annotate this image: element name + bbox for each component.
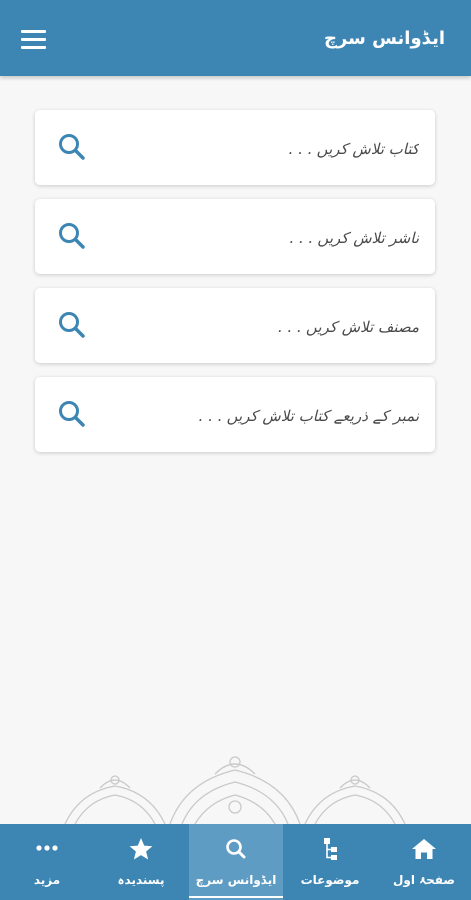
publisher-search-card — [35, 199, 435, 276]
search-field-list — [35, 110, 435, 466]
active-tab-indicator — [189, 896, 283, 898]
author-search-input[interactable] — [115, 288, 421, 365]
nav-label-more: مزید — [33, 873, 61, 887]
page-title: ایڈوانس سرچ — [323, 28, 445, 49]
hamburger-menu-icon-line — [21, 46, 46, 49]
search-icon[interactable] — [57, 310, 87, 340]
nav-label-favorites: پسندیدہ — [117, 873, 165, 887]
nav-label-home: صفحۂ اول — [392, 873, 456, 887]
author-search-card — [35, 288, 435, 365]
topics-tree-icon — [324, 838, 337, 860]
nav-item-home[interactable]: صفحۂ اول — [377, 824, 471, 900]
star-icon — [129, 838, 153, 860]
search-icon — [226, 839, 246, 859]
number-search-input[interactable] — [115, 377, 421, 454]
search-icon[interactable] — [57, 132, 87, 162]
number-search-card — [35, 377, 435, 454]
nav-item-favorites[interactable]: پسندیدہ — [94, 824, 188, 900]
publisher-search-input[interactable] — [115, 199, 421, 276]
search-icon[interactable] — [57, 221, 87, 251]
bottom-navigation: مزید پسندیدہ ایڈوانس سرچ موضوعات صفحۂ او… — [0, 824, 471, 900]
app-header: ایڈوانس سرچ — [0, 0, 471, 76]
nav-label-topics: موضوعات — [300, 873, 360, 887]
decorative-arch-ornament — [64, 756, 406, 824]
hamburger-menu-icon-line — [21, 38, 46, 41]
book-search-card — [35, 110, 435, 187]
search-icon[interactable] — [57, 399, 87, 429]
nav-item-advanced-search[interactable]: ایڈوانس سرچ — [189, 824, 283, 900]
nav-label-advanced-search: ایڈوانس سرچ — [195, 873, 277, 887]
nav-item-more[interactable]: مزید — [0, 824, 94, 900]
more-dots-icon — [36, 845, 58, 851]
menu-button[interactable] — [14, 22, 52, 56]
nav-item-topics[interactable]: موضوعات — [283, 824, 377, 900]
hamburger-menu-icon — [21, 30, 46, 33]
book-search-input[interactable] — [115, 110, 421, 187]
home-icon — [412, 839, 436, 859]
